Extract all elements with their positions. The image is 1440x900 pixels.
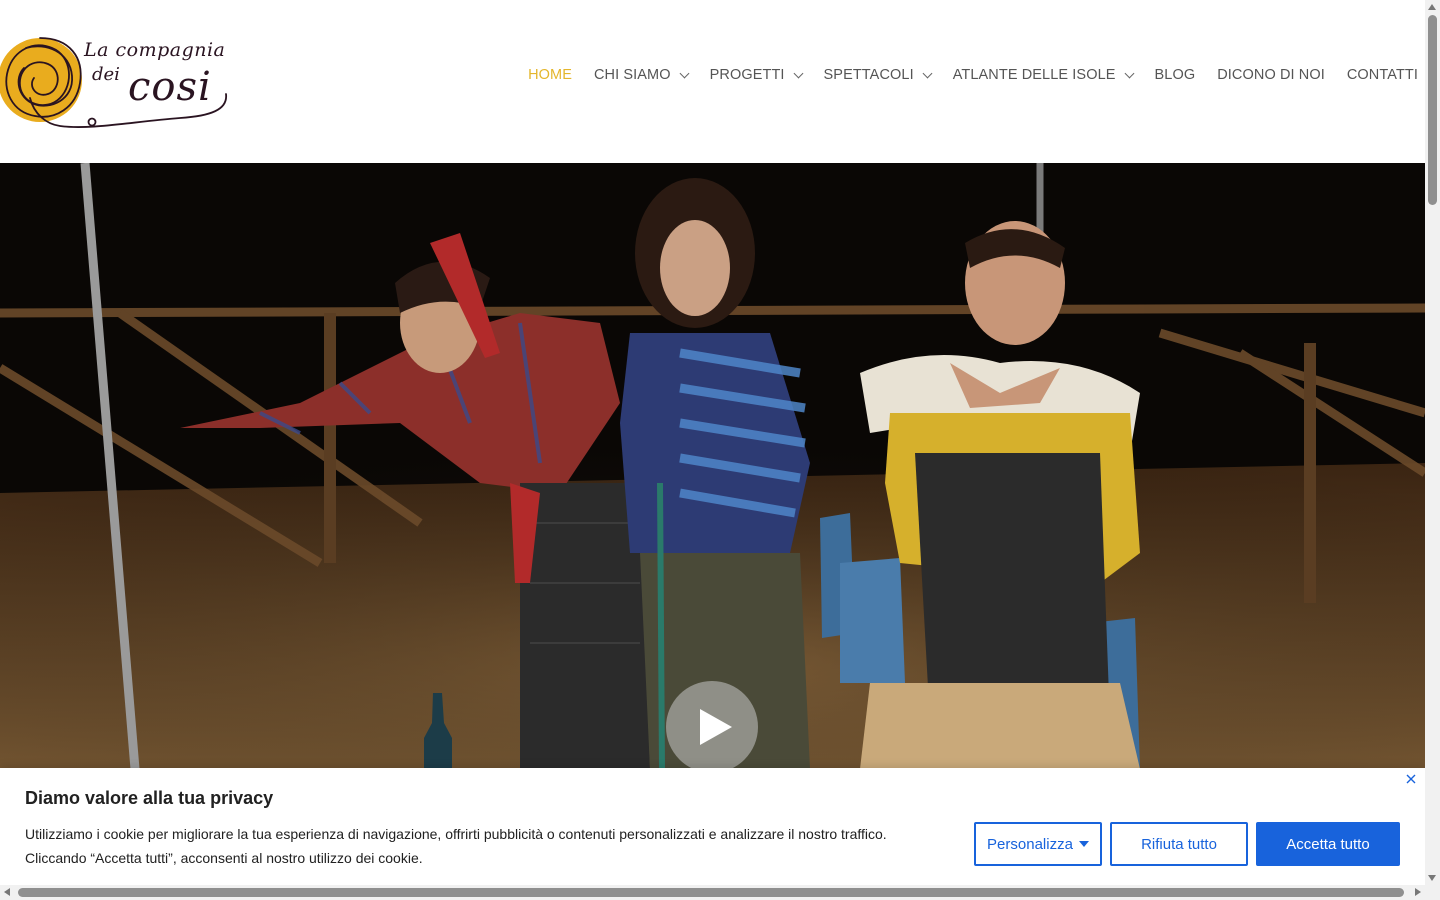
chevron-down-icon [1124, 68, 1134, 78]
site-header: La compagnia dei cosi HOME CHI SIAMO PRO… [0, 0, 1425, 163]
play-icon [700, 709, 732, 745]
svg-text:cosi: cosi [128, 64, 212, 110]
horizontal-scrollbar[interactable] [0, 885, 1440, 900]
nav-item-home[interactable]: HOME [528, 64, 572, 86]
scroll-up-arrow-icon[interactable] [1428, 4, 1436, 10]
logo-graphic: La compagnia dei cosi [0, 37, 227, 128]
accept-label: Accetta tutto [1286, 835, 1370, 853]
nav-label: BLOG [1154, 67, 1196, 83]
caret-down-icon [1078, 841, 1089, 847]
svg-text:La compagnia: La compagnia [83, 39, 225, 61]
nav-item-blog[interactable]: BLOG [1155, 64, 1196, 86]
customize-button[interactable]: Personalizza [974, 822, 1102, 866]
cookie-text-line-1: Utilizziamo i cookie per migliorare la t… [25, 826, 887, 842]
close-icon[interactable] [1403, 771, 1419, 787]
svg-text:dei: dei [92, 64, 120, 85]
nav-label: CHI SIAMO [593, 67, 671, 83]
scroll-right-arrow-icon[interactable] [1415, 888, 1421, 896]
nav-label: ATLANTE DELLE ISOLE [952, 67, 1116, 83]
hero-video[interactable] [0, 163, 1425, 769]
reject-all-button[interactable]: Rifiuta tutto [1110, 822, 1248, 866]
accept-all-button[interactable]: Accetta tutto [1256, 822, 1400, 866]
scroll-down-arrow-icon[interactable] [1428, 875, 1436, 881]
reject-label: Rifiuta tutto [1141, 835, 1217, 853]
scroll-left-arrow-icon[interactable] [4, 888, 10, 896]
nav-item-dicono-di-noi[interactable]: DICONO DI NOI [1217, 64, 1325, 86]
nav-item-contatti[interactable]: CONTATTI [1347, 64, 1418, 86]
nav-item-progetti[interactable]: PROGETTI [709, 64, 803, 86]
cookie-text-line-2: Cliccando “Accetta tutti”, acconsenti al… [25, 850, 423, 866]
cookie-title: Diamo valore alla tua privacy [25, 788, 274, 808]
nav-label: DICONO DI NOI [1217, 67, 1325, 83]
nav-label: PROGETTI [709, 67, 785, 83]
horizontal-scroll-thumb[interactable] [18, 888, 1404, 897]
cookie-description: Utilizziamo i cookie per migliorare la t… [25, 822, 955, 870]
play-button[interactable] [666, 681, 758, 769]
nav-label: SPETTACOLI [823, 67, 914, 83]
cookie-consent-banner: Diamo valore alla tua privacy Utilizziam… [0, 768, 1425, 885]
chevron-down-icon [922, 68, 933, 78]
nav-item-atlante-delle-isole[interactable]: ATLANTE DELLE ISOLE [952, 64, 1134, 86]
chevron-down-icon [793, 68, 803, 78]
nav-label: CONTATTI [1346, 67, 1418, 83]
main-navigation: HOME CHI SIAMO PROGETTI SPETTACOLI ATLAN… [506, 64, 1418, 86]
site-logo[interactable]: La compagnia dei cosi [0, 28, 232, 136]
nav-label: HOME [528, 67, 572, 83]
vertical-scroll-thumb[interactable] [1428, 15, 1437, 205]
nav-item-chi-siamo[interactable]: CHI SIAMO [593, 64, 690, 86]
hero-video-poster [0, 163, 1425, 769]
vertical-scrollbar[interactable] [1425, 0, 1440, 885]
chevron-down-icon [679, 68, 690, 78]
customize-label: Personalizza [987, 835, 1073, 853]
nav-item-spettacoli[interactable]: SPETTACOLI [823, 64, 933, 86]
